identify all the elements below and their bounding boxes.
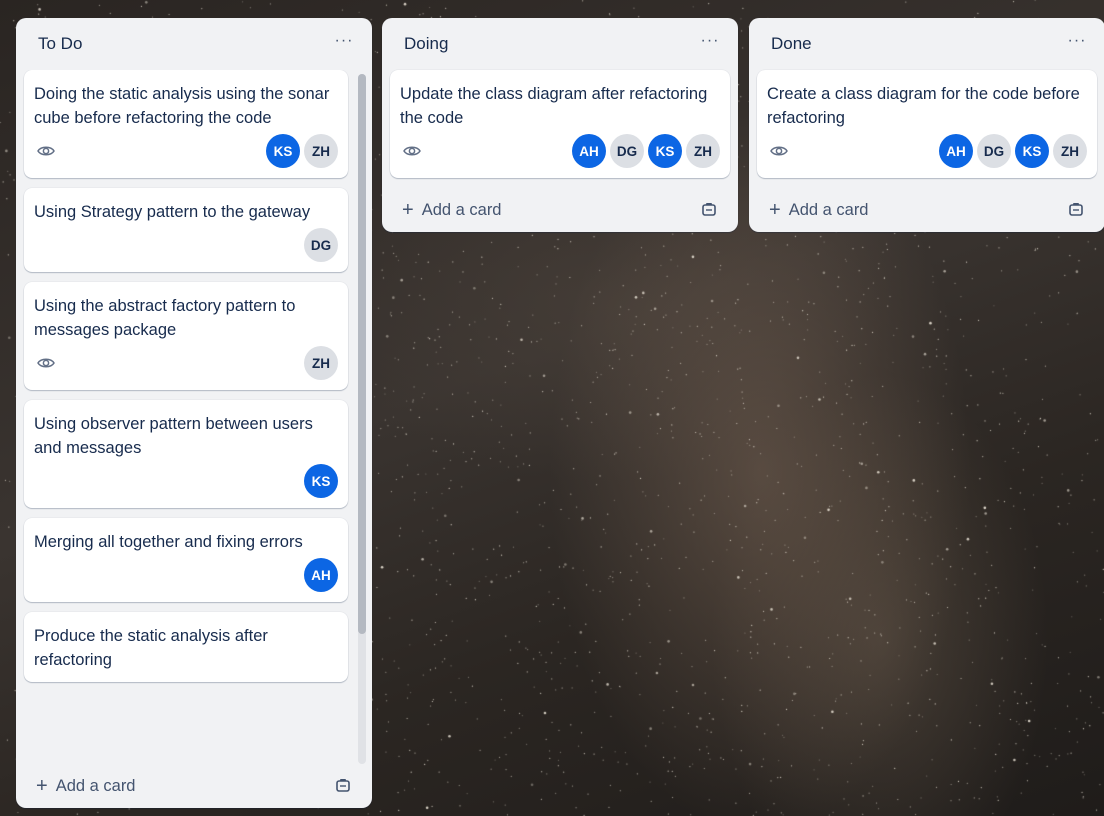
member-avatar[interactable]: DG [610,134,644,168]
member-avatar[interactable]: KS [304,464,338,498]
card-title: Create a class diagram for the code befo… [767,85,1080,127]
card-members: AH [300,558,338,592]
card-footer: AH [34,556,338,594]
card-title: Using observer pattern between users and… [34,415,313,457]
card-template-icon[interactable] [1065,199,1087,221]
card-badges [34,353,56,373]
list-title[interactable]: Doing [404,34,448,54]
card-title: Using the abstract factory pattern to me… [34,297,296,339]
member-avatar[interactable]: ZH [304,346,338,380]
card[interactable]: Update the class diagram after refactori… [390,70,730,178]
card-title: Doing the static analysis using the sona… [34,85,330,127]
card-title: Update the class diagram after refactori… [400,85,708,127]
card[interactable]: Using Strategy pattern to the gateway DG [24,188,348,272]
member-avatar[interactable]: AH [939,134,973,168]
card-footer: AH DG KS ZH [767,132,1087,170]
card-badges [34,141,56,161]
list-menu-button[interactable]: ··· [1063,27,1091,55]
member-avatar[interactable]: AH [572,134,606,168]
card[interactable]: Create a class diagram for the code befo… [757,70,1097,178]
plus-icon: + [36,775,48,797]
watching-eye-icon [36,353,56,373]
card-badges [767,141,789,161]
card-container: Update the class diagram after refactori… [382,70,738,178]
list-to-do: To Do ··· Doing the static analysis usin… [16,18,372,808]
card-title: Produce the static analysis after refact… [34,627,268,669]
card-template-icon[interactable] [698,199,720,221]
list-done: Done ··· Create a class diagram for the … [749,18,1104,232]
watching-eye-icon [769,141,789,161]
list-footer: + Add a card [16,764,372,808]
list-header: Doing ··· [382,18,738,70]
add-card-button[interactable]: + Add a card [402,200,502,220]
list-title[interactable]: Done [771,34,812,54]
card[interactable]: Produce the static analysis after refact… [24,612,348,682]
member-avatar[interactable]: KS [648,134,682,168]
card-footer: DG [34,226,338,264]
member-avatar[interactable]: KS [266,134,300,168]
add-card-label: Add a card [788,200,869,219]
member-avatar[interactable]: DG [977,134,1011,168]
member-avatar[interactable]: ZH [686,134,720,168]
card-members: AH DG KS ZH [935,134,1087,168]
card-template-icon[interactable] [332,775,354,797]
list-menu-button[interactable]: ··· [330,27,358,55]
member-avatar[interactable]: ZH [1053,134,1087,168]
card-container: Create a class diagram for the code befo… [749,70,1104,178]
card[interactable]: Using observer pattern between users and… [24,400,348,508]
scrollbar-thumb[interactable] [358,74,366,634]
add-card-button[interactable]: + Add a card [36,776,136,796]
member-avatar[interactable]: ZH [304,134,338,168]
add-card-label: Add a card [55,776,136,795]
watching-eye-icon [402,141,422,161]
member-avatar[interactable]: KS [1015,134,1049,168]
card[interactable]: Using the abstract factory pattern to me… [24,282,348,390]
list-menu-button[interactable]: ··· [696,27,724,55]
card-members: ZH [300,346,338,380]
card-footer: KS ZH [34,132,338,170]
list-footer: + Add a card [382,188,738,232]
card-footer: KS [34,462,338,500]
card-footer: ZH [34,344,338,382]
add-card-label: Add a card [421,200,502,219]
card-container: Doing the static analysis using the sona… [16,70,372,764]
watching-eye-icon [36,141,56,161]
card-title: Using Strategy pattern to the gateway [34,203,311,221]
member-avatar[interactable]: DG [304,228,338,262]
list-header: To Do ··· [16,18,372,70]
add-card-button[interactable]: + Add a card [769,200,869,220]
card-footer: AH DG KS ZH [400,132,720,170]
card-badges [400,141,422,161]
card-members: DG [300,228,338,262]
list-footer: + Add a card [749,188,1104,232]
list-doing: Doing ··· Update the class diagram after… [382,18,738,232]
card-members: KS [300,464,338,498]
plus-icon: + [402,199,414,221]
card-title: Merging all together and fixing errors [34,533,303,551]
card[interactable]: Merging all together and fixing errors AH [24,518,348,602]
card[interactable]: Doing the static analysis using the sona… [24,70,348,178]
card-members: AH DG KS ZH [568,134,720,168]
plus-icon: + [769,199,781,221]
list-title[interactable]: To Do [38,34,82,54]
list-header: Done ··· [749,18,1104,70]
card-members: KS ZH [262,134,338,168]
member-avatar[interactable]: AH [304,558,338,592]
